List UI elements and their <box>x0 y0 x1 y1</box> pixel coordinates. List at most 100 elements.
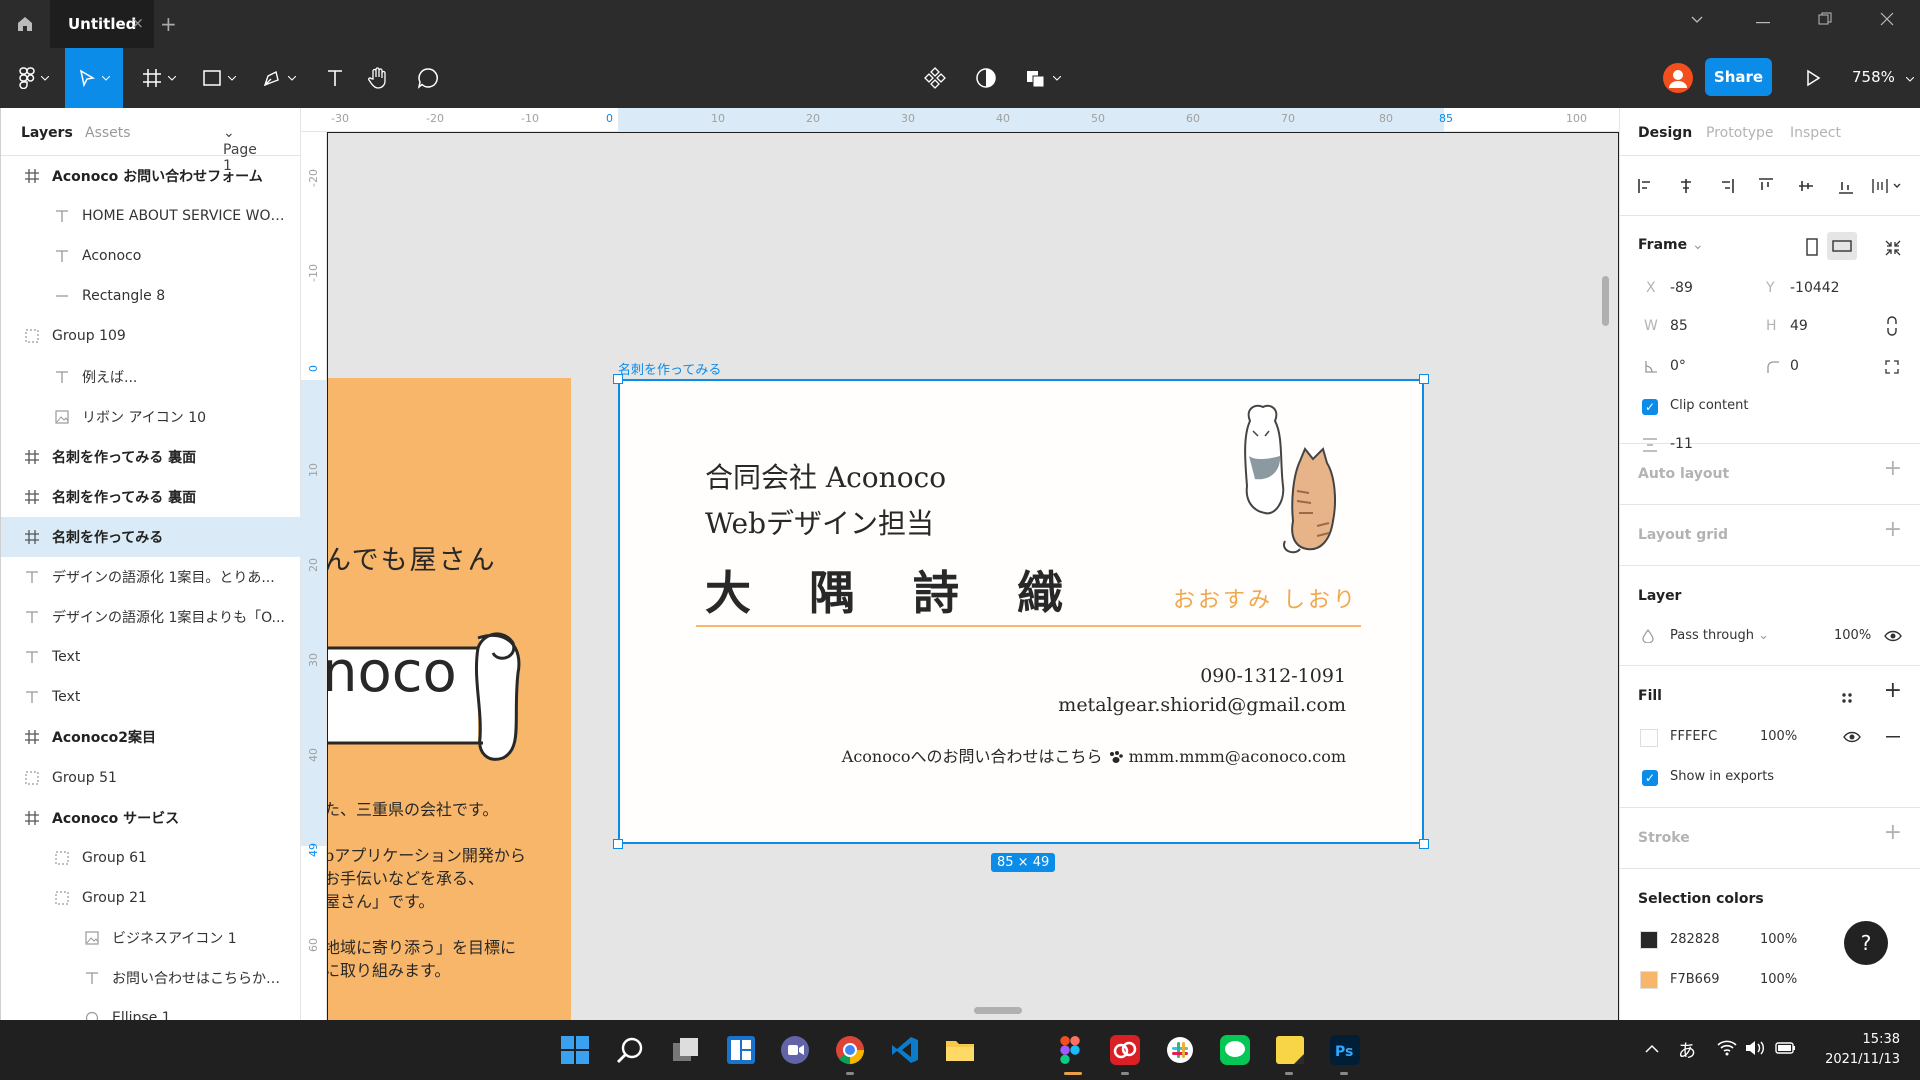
tab-assets[interactable]: Assets <box>85 125 131 141</box>
figma-app-icon[interactable] <box>1054 1034 1086 1066</box>
canvas[interactable]: んでも屋さん noco た、三重県の会社です。 bアプリケーション開発から お手… <box>328 133 1618 1020</box>
windows-start-icon[interactable] <box>559 1034 591 1066</box>
layer-row[interactable]: Group 109 <box>1 316 301 356</box>
system-clock[interactable]: 15:38 2021/11/13 <box>1815 1030 1900 1070</box>
chevron-up-icon[interactable] <box>1645 1044 1659 1054</box>
layer-row[interactable]: Aconoco サービス <box>1 798 301 838</box>
photoshop-icon[interactable]: Ps <box>1329 1034 1361 1066</box>
layer-row[interactable]: 例えば... <box>1 357 301 397</box>
components-button[interactable] <box>915 48 955 108</box>
selection-color-swatch[interactable] <box>1640 931 1658 949</box>
x-input[interactable]: -89 <box>1670 280 1693 296</box>
ime-indicator[interactable]: あ <box>1678 1037 1696 1063</box>
independent-corners-icon[interactable] <box>1885 360 1899 374</box>
selection-color-hex[interactable]: 282828 <box>1670 932 1720 947</box>
teams-chat-icon[interactable] <box>779 1034 811 1066</box>
battery-icon[interactable] <box>1775 1040 1797 1056</box>
constrain-proportions-icon[interactable] <box>1885 316 1899 336</box>
add-fill-icon[interactable]: + <box>1884 678 1902 703</box>
layer-row[interactable]: HOME ABOUT SERVICE WOR... <box>1 196 301 236</box>
selection-color-swatch[interactable] <box>1640 971 1658 989</box>
share-button[interactable]: Share <box>1705 58 1772 96</box>
layer-row[interactable]: Group 21 <box>1 878 301 918</box>
chevron-down-icon[interactable] <box>1690 12 1704 26</box>
volume-icon[interactable] <box>1745 1040 1765 1056</box>
chrome-icon[interactable] <box>834 1034 866 1066</box>
new-tab-button[interactable]: + <box>160 12 177 36</box>
selection-color-opacity[interactable]: 100% <box>1760 932 1797 947</box>
home-button[interactable] <box>0 0 50 48</box>
boolean-button[interactable] <box>1017 48 1069 108</box>
minimize-icon[interactable] <box>1756 22 1770 24</box>
add-stroke-icon[interactable]: + <box>1884 820 1902 845</box>
resize-to-fit-icon[interactable] <box>1884 239 1902 257</box>
layer-row[interactable]: Text <box>1 637 301 677</box>
resize-handle-ne[interactable] <box>1419 374 1429 384</box>
add-layout-grid-icon[interactable]: + <box>1884 517 1902 542</box>
search-icon[interactable] <box>614 1034 646 1066</box>
avatar[interactable] <box>1663 63 1693 93</box>
widgets-icon[interactable] <box>725 1034 757 1066</box>
restore-icon[interactable] <box>1818 12 1832 26</box>
layer-row[interactable]: 名刺を作ってみる 裏面 <box>1 477 301 517</box>
eye-icon[interactable] <box>1884 630 1902 642</box>
horizontal-scrollbar[interactable] <box>974 1007 1022 1014</box>
layer-row[interactable]: Aconoco お問い合わせフォーム <box>1 156 301 196</box>
align-center-h-icon[interactable] <box>1678 178 1694 194</box>
layer-row[interactable]: Rectangle 8 <box>1 276 301 316</box>
tab-design[interactable]: Design <box>1638 125 1692 141</box>
layer-row[interactable]: デザインの語源化 1案目よりも「O... <box>1 597 301 637</box>
rotation-input[interactable]: 0° <box>1670 358 1686 374</box>
text-tool[interactable] <box>315 48 355 108</box>
layer-opacity-input[interactable]: 100% <box>1834 628 1871 643</box>
tab-close-icon[interactable]: × <box>131 14 144 32</box>
resize-handle-sw[interactable] <box>613 839 623 849</box>
landscape-button[interactable] <box>1827 232 1857 260</box>
layer-row[interactable]: デザインの語源化 1案目。とりあ... <box>1 557 301 597</box>
fill-hex-input[interactable]: FFFEFC <box>1670 729 1717 744</box>
width-input[interactable]: 85 <box>1670 318 1688 334</box>
frame-label[interactable]: Frame ⌄ <box>1638 237 1704 253</box>
layer-row[interactable]: リボン アイコン 10 <box>1 397 301 437</box>
slack-icon[interactable] <box>1164 1034 1196 1066</box>
resize-handle-nw[interactable] <box>613 374 623 384</box>
help-button[interactable]: ? <box>1844 921 1888 965</box>
sticky-notes-icon[interactable] <box>1274 1034 1306 1066</box>
close-window-icon[interactable] <box>1880 12 1894 26</box>
add-auto-layout-icon[interactable]: + <box>1884 456 1902 481</box>
line-icon[interactable] <box>1219 1034 1251 1066</box>
wifi-icon[interactable] <box>1717 1040 1737 1056</box>
distribute-icon[interactable] <box>1872 178 1902 194</box>
layer-row[interactable]: Group 51 <box>1 758 301 798</box>
layer-row[interactable]: 名刺を作ってみる 裏面 <box>1 437 301 477</box>
mask-button[interactable] <box>966 48 1006 108</box>
pen-tool[interactable] <box>255 48 303 108</box>
clip-content-checkbox[interactable]: ✓ <box>1642 399 1658 415</box>
align-top-icon[interactable] <box>1758 178 1774 194</box>
fill-opacity-input[interactable]: 100% <box>1760 729 1797 744</box>
eye-icon[interactable] <box>1843 731 1861 743</box>
layer-row[interactable]: Group 61 <box>1 838 301 878</box>
layer-row[interactable]: Text <box>1 677 301 717</box>
vertical-scrollbar[interactable] <box>1602 276 1609 326</box>
layer-row[interactable]: ビジネスアイコン 1 <box>1 918 301 958</box>
frame-title-label[interactable]: 名刺を作ってみる <box>618 359 721 378</box>
align-right-icon[interactable] <box>1718 178 1734 194</box>
tab-prototype[interactable]: Prototype <box>1706 125 1774 141</box>
portrait-icon[interactable] <box>1806 238 1818 256</box>
remove-fill-icon[interactable] <box>1886 736 1900 738</box>
resize-handle-se[interactable] <box>1419 839 1429 849</box>
layer-row[interactable]: Aconoco2案目 <box>1 717 301 757</box>
y-input[interactable]: -10442 <box>1790 280 1840 296</box>
page-selector[interactable]: Page 1 ⌄ <box>223 125 257 174</box>
style-grid-icon[interactable] <box>1841 692 1853 704</box>
layer-row[interactable]: 名刺を作ってみる <box>1 516 301 557</box>
layer-row[interactable]: Aconoco <box>1 236 301 276</box>
radius-input[interactable]: 0 <box>1790 358 1799 374</box>
align-left-icon[interactable] <box>1638 178 1654 194</box>
shape-tool[interactable] <box>195 48 243 108</box>
tab-layers[interactable]: Layers <box>21 125 73 141</box>
show-in-exports-checkbox[interactable]: ✓ <box>1642 770 1658 786</box>
comment-tool[interactable] <box>408 48 448 108</box>
height-input[interactable]: 49 <box>1790 318 1808 334</box>
